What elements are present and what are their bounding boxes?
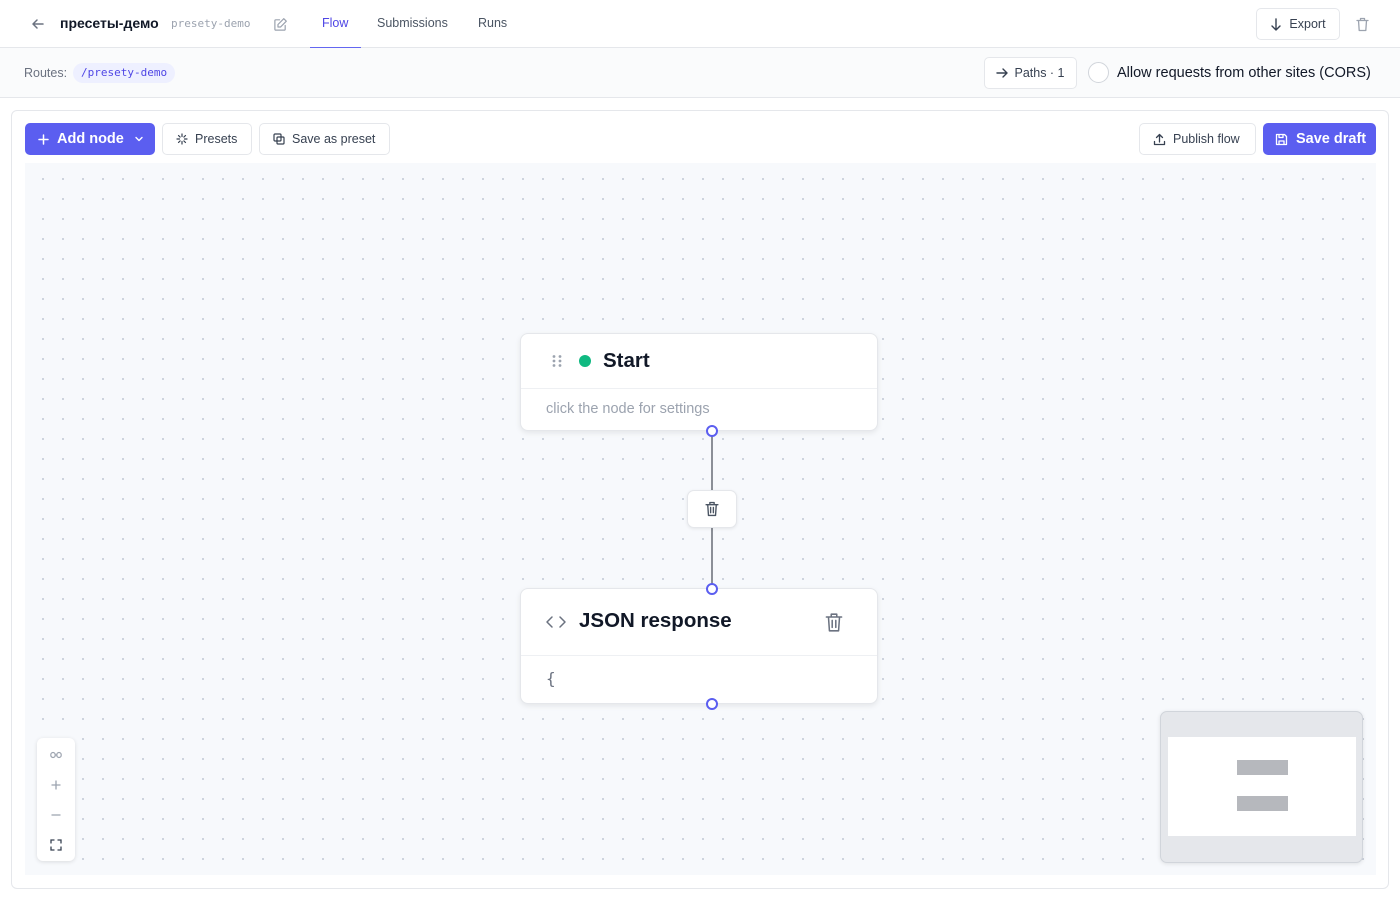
route-chip[interactable]: /presety-demo <box>73 63 176 83</box>
pencil-square-icon <box>273 17 287 31</box>
fullscreen-icon <box>50 839 62 851</box>
arrow-right-icon <box>996 68 1009 78</box>
start-node-title: Start <box>603 349 650 372</box>
edit-title-button[interactable] <box>271 15 289 33</box>
minimap-node <box>1237 760 1288 775</box>
zoom-out-button[interactable] <box>37 800 75 830</box>
sparkle-icon <box>176 133 188 145</box>
delete-node-button[interactable] <box>823 610 845 634</box>
minimap[interactable] <box>1160 711 1363 863</box>
start-node-header: Start <box>521 334 877 389</box>
tab-runs[interactable]: Runs <box>478 16 507 48</box>
plus-icon <box>51 780 61 790</box>
trash-icon <box>1355 17 1369 31</box>
canvas-controls <box>37 738 75 861</box>
paths-button[interactable]: Paths · 1 <box>984 57 1077 89</box>
floppy-disk-icon <box>1275 133 1288 145</box>
save-draft-button[interactable]: Save draft <box>1263 123 1376 155</box>
minimap-node <box>1237 796 1288 811</box>
publish-flow-button[interactable]: Publish flow <box>1139 123 1256 155</box>
json-response-node[interactable]: JSON response { <box>520 588 878 704</box>
json-response-node-header: JSON response <box>521 589 877 656</box>
page-slug: presety-demo <box>171 17 251 30</box>
save-as-preset-label: Save as preset <box>292 132 376 146</box>
chevron-down-icon <box>135 136 143 142</box>
plus-icon <box>38 133 49 145</box>
tab-flow[interactable]: Flow <box>309 16 363 49</box>
fit-view-button[interactable] <box>37 830 75 860</box>
copy-icon <box>273 133 285 145</box>
json-response-node-body: { <box>546 669 556 688</box>
json-node-input-handle[interactable] <box>706 583 718 595</box>
routes-label: Routes: <box>24 66 68 80</box>
status-dot <box>579 355 591 367</box>
upload-icon <box>1153 133 1166 145</box>
arrow-down-icon <box>1271 17 1282 31</box>
flow-canvas[interactable]: Start click the node for settings JSON r… <box>25 163 1376 875</box>
minimap-viewport[interactable] <box>1168 737 1356 836</box>
top-bar: пресеты-демо presety-demo Flow Submissio… <box>0 0 1400 49</box>
trash-icon <box>825 612 843 632</box>
add-node-button[interactable]: Add node <box>25 123 155 155</box>
trash-icon <box>705 501 719 517</box>
arrow-left-icon <box>32 19 44 29</box>
zoom-in-button[interactable] <box>37 770 75 800</box>
save-draft-label: Save draft <box>1296 131 1367 147</box>
presets-label: Presets <box>195 132 238 146</box>
add-node-label: Add node <box>57 131 124 147</box>
cors-label: Allow requests from other sites (CORS) <box>1117 64 1371 81</box>
minus-icon <box>51 814 61 816</box>
export-button[interactable]: Export <box>1256 8 1340 40</box>
routes-bar: Routes: /presety-demo Paths · 1 Allow re… <box>0 48 1400 98</box>
cors-checkbox[interactable]: Allow requests from other sites (CORS) <box>1088 62 1371 83</box>
export-label: Export <box>1289 17 1326 31</box>
json-response-node-title: JSON response <box>579 609 732 632</box>
delete-flow-button[interactable] <box>1353 15 1371 33</box>
cors-checkbox-box[interactable] <box>1088 62 1109 83</box>
save-as-preset-button[interactable]: Save as preset <box>259 123 390 155</box>
delete-edge-button[interactable] <box>687 490 737 528</box>
tab-submissions[interactable]: Submissions <box>377 16 448 48</box>
start-node-hint: click the node for settings <box>546 401 710 417</box>
start-node[interactable]: Start click the node for settings <box>520 333 878 431</box>
paths-label: Paths · 1 <box>1014 66 1065 80</box>
link-button[interactable] <box>37 740 75 770</box>
page-title: пресеты-демо <box>60 15 159 31</box>
link-icon <box>50 751 62 759</box>
grip-dots-icon[interactable] <box>551 354 563 368</box>
code-brackets-icon <box>546 616 566 628</box>
publish-flow-label: Publish flow <box>1173 132 1240 146</box>
back-button[interactable] <box>28 14 48 34</box>
flow-editor: Add node Presets Save as preset Publish … <box>11 110 1389 889</box>
start-node-output-handle[interactable] <box>706 425 718 437</box>
json-node-output-handle[interactable] <box>706 698 718 710</box>
presets-button[interactable]: Presets <box>162 123 252 155</box>
